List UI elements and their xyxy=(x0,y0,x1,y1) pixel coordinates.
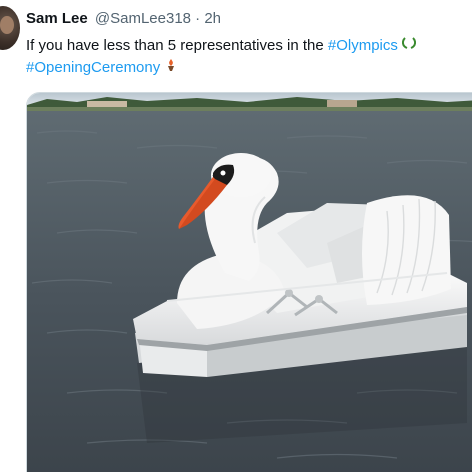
author-handle[interactable]: @SamLee318 xyxy=(95,10,191,27)
tweet-header: Sam Lee @SamLee318 · 2h xyxy=(26,9,221,29)
olympics-emoji-icon xyxy=(402,35,417,57)
author-name[interactable]: Sam Lee xyxy=(26,10,88,27)
hashtag-olympics[interactable]: #Olympics xyxy=(328,37,398,54)
avatar[interactable] xyxy=(0,6,20,50)
timestamp[interactable]: 2h xyxy=(204,10,221,27)
hashtag-opening-ceremony[interactable]: #OpeningCeremony xyxy=(26,59,160,76)
tweet-image[interactable] xyxy=(26,92,472,472)
avatar-face xyxy=(0,16,14,34)
torch-emoji-icon xyxy=(164,57,178,79)
swan-pedal-boat-image xyxy=(27,93,472,472)
separator-dot: · xyxy=(195,10,201,27)
tweet[interactable]: Sam Lee @SamLee318 · 2h If you have less… xyxy=(0,0,472,472)
tweet-text: If you have less than 5 representatives … xyxy=(26,35,472,79)
tweet-text-part: If you have less than 5 representatives … xyxy=(26,37,328,54)
